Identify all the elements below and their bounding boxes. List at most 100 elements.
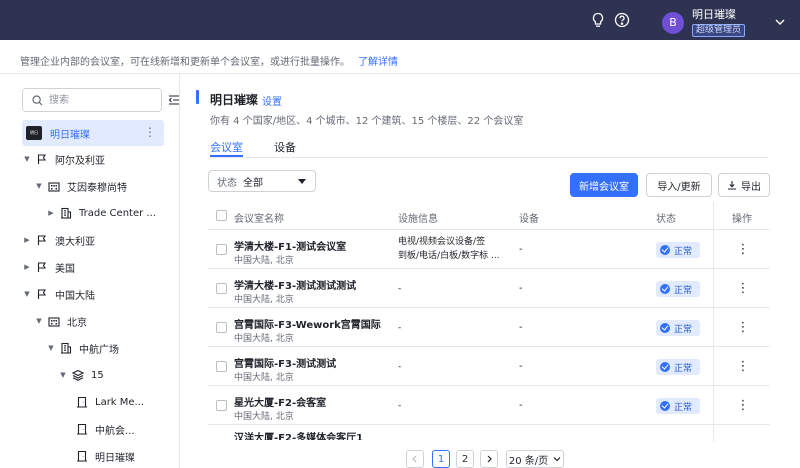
tree-item[interactable]: ▶ 美国 xyxy=(0,254,180,280)
export-button[interactable]: 导出 xyxy=(718,173,770,197)
room-equipment: - xyxy=(519,283,523,294)
row-checkbox[interactable] xyxy=(216,361,227,372)
chevron-left-icon xyxy=(412,455,417,463)
select-all-checkbox[interactable] xyxy=(216,210,227,221)
search-input[interactable] xyxy=(49,92,149,108)
room-location: 中国大陆, 北京 xyxy=(234,256,294,266)
column-header-facility: 设施信息 xyxy=(398,214,438,225)
tree-item[interactable]: ▼ 中国大陆 xyxy=(0,281,180,307)
tree-item[interactable]: ▼ 中航广场 xyxy=(0,335,180,361)
table-row[interactable]: 学清大楼-F1-测试会议室 中国大陆, 北京 电视/视频会议设备/签 到板/电话… xyxy=(208,231,770,269)
lightbulb-icon[interactable] xyxy=(590,12,606,28)
row-checkbox[interactable] xyxy=(216,322,227,333)
room-equipment: - xyxy=(519,400,523,411)
flag-icon xyxy=(37,154,46,164)
add-room-button[interactable]: 新增会议室 xyxy=(570,173,638,197)
tree-item-label: 阿尔及利亚 xyxy=(55,155,105,167)
more-actions-icon[interactable]: ⋮ xyxy=(736,398,750,414)
check-circle-icon xyxy=(660,245,670,255)
flag-icon xyxy=(37,235,46,245)
table-row[interactable]: 宫霄国际-F3-测试测试 中国大陆, 北京 - - 正常 ⋮ xyxy=(208,348,770,386)
row-checkbox[interactable] xyxy=(216,400,227,411)
room-facility: 电视/视频会议设备/签 到板/电话/白板/数字标 ... xyxy=(398,235,500,263)
building-icon xyxy=(48,317,60,327)
tree-item[interactable]: 中航会... xyxy=(0,416,180,442)
tree-item-label: 美国 xyxy=(55,263,75,275)
page-size-value: 20 条/页 xyxy=(508,455,549,467)
more-actions-icon[interactable]: ⋮ xyxy=(736,359,750,375)
tree-item-label: 澳大利亚 xyxy=(55,236,95,248)
expand-arrow-icon[interactable]: ▼ xyxy=(46,344,56,352)
table-row[interactable]: 学清大楼-F3-测试测试测试 中国大陆, 北京 - - 正常 ⋮ xyxy=(208,270,770,308)
learn-more-link[interactable]: 了解详情 xyxy=(358,57,398,68)
room-name: 宫霄国际-F3-测试测试 xyxy=(234,359,337,370)
status-filter[interactable]: 状态 全部 xyxy=(208,170,316,192)
expand-arrow-icon[interactable]: ▼ xyxy=(22,155,32,163)
room-facility-line: - xyxy=(398,284,402,294)
expand-arrow-icon[interactable]: ▼ xyxy=(22,290,32,298)
more-actions-icon[interactable]: ⋮ xyxy=(736,281,750,297)
company-logo: 明日 xyxy=(26,126,42,140)
user-menu[interactable]: B 明日璀璨 超级管理员 xyxy=(662,8,746,37)
tree-item[interactable]: 明日璀璨 xyxy=(0,443,180,468)
row-checkbox[interactable] xyxy=(216,244,227,255)
expand-arrow-icon[interactable]: ▶ xyxy=(22,263,32,271)
expand-arrow-icon[interactable]: ▼ xyxy=(34,182,44,190)
room-facility-line: 到板/电话/白板/数字标 ... xyxy=(398,251,500,261)
status-text: 正常 xyxy=(674,246,693,257)
top-bar: B 明日璀璨 超级管理员 xyxy=(0,0,800,40)
table-row[interactable]: 宫霄国际-F3-Wework宫霄国际 中国大陆, 北京 - - 正常 ⋮ xyxy=(208,309,770,347)
more-actions-icon[interactable]: ⋮ xyxy=(736,242,750,258)
next-page-button[interactable] xyxy=(480,450,498,468)
chevron-down-icon xyxy=(553,457,561,462)
more-icon[interactable]: ⋮ xyxy=(144,126,156,138)
sidebar: 明日 明日璀璨 ⋮ ▼ 阿尔及利亚 ▼ 艾因泰穆尚特 ▶ Trade Cente… xyxy=(0,74,180,468)
help-icon[interactable] xyxy=(614,12,630,28)
expand-arrow-icon[interactable]: ▼ xyxy=(58,371,68,379)
expand-arrow-icon[interactable]: ▼ xyxy=(34,317,44,325)
tree-root[interactable]: 明日 明日璀璨 ⋮ xyxy=(22,120,164,146)
chevron-down-icon[interactable] xyxy=(775,18,785,26)
status-badge: 正常 xyxy=(656,320,701,336)
tab-devices[interactable]: 设备 xyxy=(274,139,296,155)
caret-down-icon xyxy=(298,179,306,184)
room-equipment: - xyxy=(519,244,523,255)
settings-link[interactable]: 设置 xyxy=(262,93,282,108)
room-location: 中国大陆, 北京 xyxy=(234,334,294,344)
expand-arrow-icon[interactable]: ▶ xyxy=(46,209,56,217)
page-button[interactable]: 2 xyxy=(456,450,474,468)
tree-item[interactable]: ▼ 艾因泰穆尚特 xyxy=(0,173,180,199)
tab-rooms[interactable]: 会议室 xyxy=(210,139,243,155)
tree-item[interactable]: Lark Me... xyxy=(0,389,180,415)
tree-item[interactable]: ▼ 北京 xyxy=(0,308,180,334)
room-icon xyxy=(77,423,87,435)
table-row[interactable]: 星光大厦-F2-会客室 中国大陆, 北京 - - 正常 ⋮ xyxy=(208,387,770,425)
office-icon xyxy=(61,207,72,219)
tree-item[interactable]: ▶ 澳大利亚 xyxy=(0,227,180,253)
prev-page-button[interactable] xyxy=(406,450,424,468)
export-button-label: 导出 xyxy=(741,181,761,193)
more-actions-icon[interactable]: ⋮ xyxy=(736,320,750,336)
room-equipment: - xyxy=(519,361,523,372)
collapse-sidebar-icon[interactable] xyxy=(168,94,180,106)
avatar: B xyxy=(662,11,684,34)
tree-item[interactable]: ▼ 阿尔及利亚 xyxy=(0,146,180,172)
tree-item[interactable]: ▶ Trade Center ... xyxy=(0,200,180,226)
status-filter-value: 全部 xyxy=(243,177,263,189)
tree-item-label: Trade Center ... xyxy=(79,207,156,219)
page-button[interactable]: 1 xyxy=(432,450,450,468)
room-facility: - xyxy=(398,399,401,413)
page-size-select[interactable]: 20 条/页 xyxy=(506,450,564,468)
room-equipment: - xyxy=(519,322,523,333)
row-checkbox[interactable] xyxy=(216,283,227,294)
room-location: 中国大陆, 北京 xyxy=(234,412,294,422)
room-facility: - xyxy=(398,321,401,335)
tree-item-label: 中航会... xyxy=(95,425,135,437)
search-box[interactable] xyxy=(22,88,162,112)
active-tab-indicator xyxy=(210,155,243,157)
room-icon xyxy=(77,396,87,408)
tree-item[interactable]: ▼ 15 xyxy=(0,362,180,388)
import-update-button[interactable]: 导入/更新 xyxy=(646,173,712,197)
expand-arrow-icon[interactable]: ▶ xyxy=(22,236,32,244)
info-text: 管理企业内部的会议室，可在线新增和更新单个会议室，或进行批量操作。 xyxy=(20,57,350,68)
